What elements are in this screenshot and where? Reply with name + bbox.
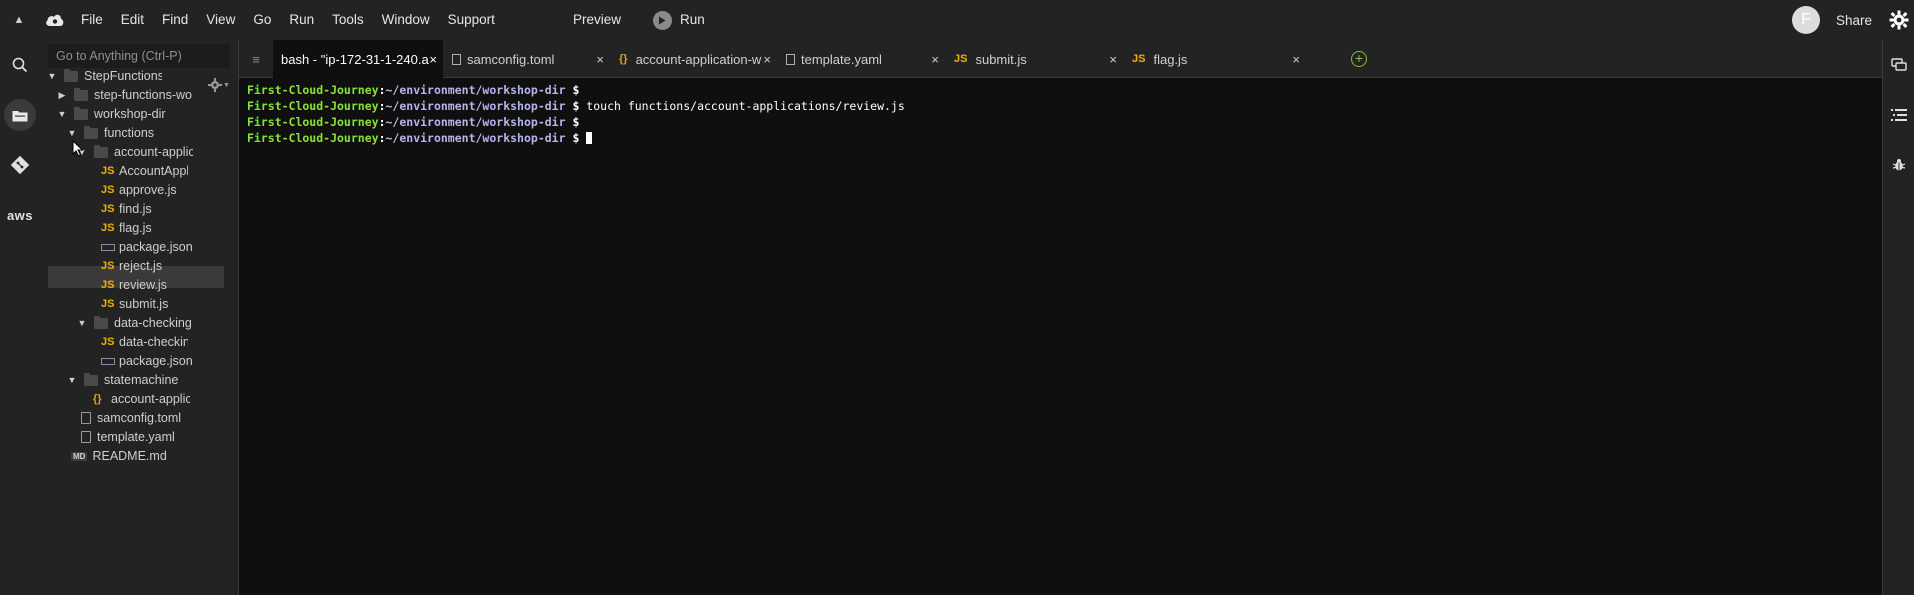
- tab-submit-js[interactable]: JS submit.js ×: [946, 40, 1123, 78]
- terminal-line: First-Cloud-Journey:~/environment/worksh…: [247, 130, 905, 146]
- file-tree-panel: Go to Anything (Ctrl-P) ▼ ▼ StepFunction…: [40, 40, 238, 595]
- tab-menu-icon[interactable]: ≡: [239, 40, 273, 78]
- folder-icon: [64, 68, 78, 82]
- preferences-gear-icon[interactable]: [1884, 10, 1914, 30]
- json-file-icon: {}: [93, 393, 102, 405]
- document-file-icon: [81, 412, 91, 424]
- run-label: Run: [679, 12, 705, 27]
- outline-list-icon[interactable]: [1883, 90, 1914, 140]
- debugger-bug-icon[interactable]: [1883, 140, 1914, 190]
- menu-run[interactable]: Run: [280, 0, 323, 40]
- javascript-file-icon: JS: [954, 53, 968, 65]
- source-control-icon[interactable]: [0, 140, 40, 190]
- tab-account-application-workflow[interactable]: {} account-application-w ×: [611, 40, 777, 78]
- close-icon[interactable]: ×: [931, 52, 939, 67]
- chevron-down-icon[interactable]: ▼: [66, 128, 78, 138]
- play-icon: [652, 10, 672, 30]
- add-tab-plus-icon[interactable]: +: [1351, 51, 1367, 67]
- document-file-icon: [452, 53, 461, 65]
- collapse-menu-caret-icon[interactable]: ▲: [0, 14, 38, 26]
- aws-logo-text: aws: [6, 207, 34, 223]
- right-panel-rail: [1882, 40, 1914, 595]
- close-icon[interactable]: ×: [1292, 52, 1300, 67]
- chevron-right-icon[interactable]: ▶: [56, 90, 68, 101]
- menu-support[interactable]: Support: [439, 0, 504, 40]
- chevron-down-icon[interactable]: ▼: [56, 109, 68, 119]
- terminal-line: First-Cloud-Journey:~/environment/worksh…: [247, 83, 587, 97]
- tab-bash-terminal[interactable]: bash - "ip-172-31-1-240.ap ×: [273, 40, 443, 78]
- document-file-icon: [81, 431, 91, 443]
- menu-view[interactable]: View: [197, 0, 244, 40]
- folder-icon: [74, 87, 88, 101]
- json-file-icon: {}: [619, 53, 628, 65]
- folder-icon: [84, 372, 98, 386]
- chevron-down-icon[interactable]: ▼: [76, 318, 88, 328]
- javascript-file-icon: JS: [101, 336, 115, 348]
- editor-area: ≡ bash - "ip-172-31-1-240.ap × samconfig…: [238, 40, 1883, 595]
- search-icon[interactable]: [0, 40, 40, 90]
- menu-window[interactable]: Window: [373, 0, 439, 40]
- share-button[interactable]: Share: [1836, 13, 1872, 28]
- tab-samconfig-toml[interactable]: samconfig.toml ×: [444, 40, 610, 78]
- environment-folder-icon[interactable]: [0, 90, 40, 140]
- tab-flag-js[interactable]: JS flag.js ×: [1124, 40, 1306, 78]
- javascript-file-icon: JS: [101, 165, 115, 177]
- folder-icon: [84, 125, 98, 139]
- menu-edit[interactable]: Edit: [112, 0, 153, 40]
- package-file-icon: [101, 357, 115, 365]
- close-icon[interactable]: ×: [763, 52, 771, 67]
- chevron-down-icon: ▼: [223, 81, 230, 89]
- menu-tools[interactable]: Tools: [323, 0, 373, 40]
- javascript-file-icon: JS: [101, 298, 115, 310]
- chevron-down-icon[interactable]: ▼: [46, 71, 58, 81]
- terminal-line: First-Cloud-Journey:~/environment/worksh…: [247, 115, 587, 129]
- terminal-line: First-Cloud-Journey:~/environment/worksh…: [247, 99, 905, 113]
- close-icon[interactable]: ×: [1109, 52, 1117, 67]
- activity-rail: aws: [0, 40, 40, 595]
- javascript-file-icon: JS: [101, 260, 115, 272]
- terminal-cursor: [586, 132, 593, 144]
- document-file-icon: [786, 53, 795, 65]
- tab-template-yaml[interactable]: template.yaml ×: [778, 40, 945, 78]
- javascript-file-icon: JS: [101, 203, 115, 215]
- menu-find[interactable]: Find: [153, 0, 197, 40]
- terminal-output[interactable]: First-Cloud-Journey:~/environment/worksh…: [247, 82, 905, 146]
- menu-bar: ▲ File Edit Find View Go Run Tools Windo…: [0, 0, 1914, 40]
- folder-icon: [74, 106, 88, 120]
- preview-button[interactable]: Preview: [564, 0, 630, 40]
- mouse-cursor-icon: [72, 139, 84, 160]
- package-file-icon: [101, 243, 115, 251]
- tab-bar: ≡ bash - "ip-172-31-1-240.ap × samconfig…: [239, 40, 1883, 78]
- tree-node-readme-md[interactable]: MD README.md: [71, 445, 167, 467]
- cloud9-logo-icon[interactable]: [38, 0, 72, 40]
- close-icon[interactable]: ×: [429, 52, 437, 67]
- menu-file[interactable]: File: [72, 0, 112, 40]
- aws-explorer-icon[interactable]: aws: [0, 190, 40, 240]
- javascript-file-icon: JS: [101, 279, 115, 291]
- tree-settings-gear-icon[interactable]: ▼: [208, 78, 230, 92]
- menu-go[interactable]: Go: [244, 0, 280, 40]
- javascript-file-icon: JS: [101, 184, 115, 196]
- javascript-file-icon: JS: [101, 222, 115, 234]
- close-icon[interactable]: ×: [596, 52, 604, 67]
- user-avatar[interactable]: F: [1791, 6, 1820, 34]
- chevron-down-icon[interactable]: ▼: [66, 375, 78, 385]
- folder-icon: [94, 144, 108, 158]
- collaborate-chat-icon[interactable]: [1883, 40, 1914, 90]
- markdown-file-icon: MD: [71, 451, 88, 461]
- javascript-file-icon: JS: [1132, 53, 1146, 65]
- run-button[interactable]: Run: [644, 0, 714, 40]
- folder-icon: [94, 315, 108, 329]
